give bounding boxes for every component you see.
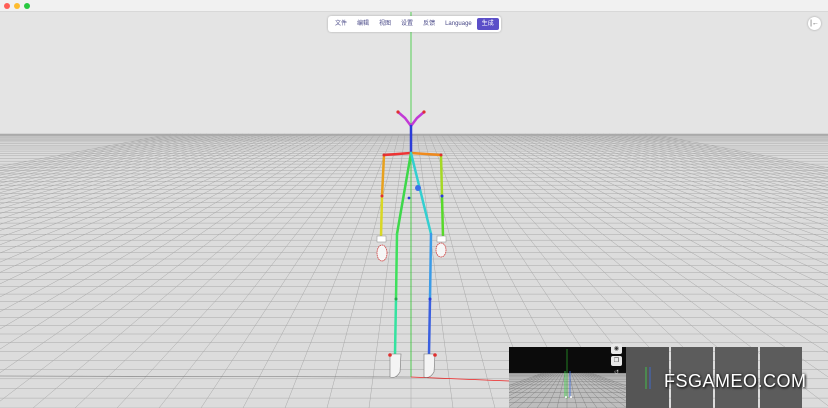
copy-icon[interactable]: ❐ [611,356,622,366]
menu-feedback[interactable]: 反馈 [418,18,440,30]
left-upper-arm [439,153,444,198]
right-forearm [379,194,384,239]
menu-view[interactable]: 视图 [374,18,396,30]
refresh-icon[interactable]: ↺ [611,368,622,378]
menu-settings[interactable]: 设置 [396,18,418,30]
right-hand [376,235,388,262]
camera-preview-image [509,347,626,408]
right-foot [388,353,402,378]
minimize-window-button[interactable] [14,3,20,9]
left-forearm [440,194,445,239]
panel-collapse-icon[interactable]: |← [808,17,821,30]
left-thigh [428,232,433,301]
close-window-button[interactable] [4,3,10,9]
right-shin [393,297,398,356]
maximize-window-button[interactable] [24,3,30,9]
thumbnail[interactable] [626,347,669,408]
menu-generate[interactable]: 生成 [476,18,499,30]
left-hand [435,235,447,258]
right-thigh [394,232,399,301]
window-titlebar [0,0,828,12]
left-shin [427,297,432,356]
menu-file[interactable]: 文件 [330,18,352,30]
top-menu-bar: 文件 编辑 视图 设置 反馈 Language 生成 [328,16,501,32]
menu-language[interactable]: Language [440,18,477,30]
eye-icon[interactable]: ◉ [611,344,622,354]
watermark-text: FSGAMEO.COM [664,371,807,391]
menu-edit[interactable]: 编辑 [352,18,374,30]
camera-preview-panel[interactable] [509,347,626,408]
